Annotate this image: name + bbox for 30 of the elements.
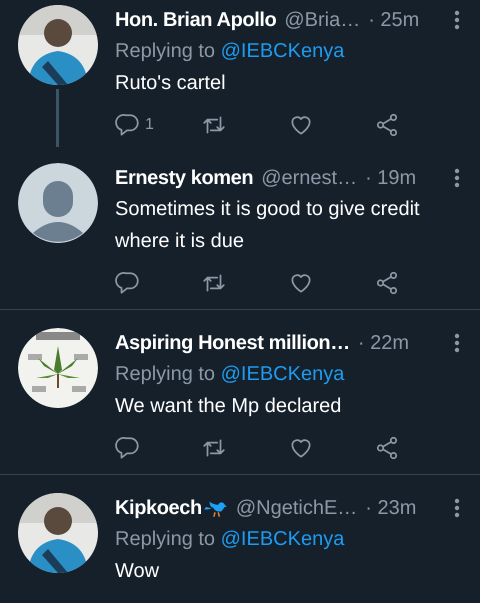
user-handle[interactable]: @Bria… — [284, 5, 360, 35]
user-name[interactable]: Kipkoech — [115, 493, 202, 523]
avatar-icon[interactable] — [18, 163, 98, 243]
more-icon[interactable] — [454, 333, 460, 353]
timestamp: · 19m — [365, 166, 416, 191]
replying-label: Replying to — [115, 40, 216, 62]
reply-count: 1 — [145, 115, 154, 135]
user-name[interactable]: Ernesty komen — [115, 163, 254, 193]
timestamp: · 23m — [365, 496, 416, 521]
timestamp: · 22m — [358, 331, 409, 356]
mention-link[interactable]: @IEBCKenya — [220, 363, 344, 385]
more-icon[interactable] — [454, 10, 460, 30]
tweet-text: Wow — [115, 559, 160, 584]
user-handle[interactable]: @ernest… — [261, 163, 358, 193]
reply-icon[interactable] — [115, 435, 141, 461]
timestamp: · 25m — [368, 8, 420, 33]
replying-label: Replying to — [115, 363, 216, 385]
mention-link[interactable]: @IEBCKenya — [220, 40, 344, 62]
mention-link[interactable]: @IEBCKenya — [220, 528, 344, 550]
tweet-text: Sometimes it is good to give credit where it is due — [115, 197, 421, 254]
reply-icon[interactable] — [115, 112, 141, 138]
more-icon[interactable] — [454, 498, 460, 518]
tweet-text: We want the Mp declared — [115, 394, 342, 419]
user-name[interactable]: Aspiring Honest million… — [115, 328, 350, 358]
reply-icon[interactable] — [115, 270, 141, 296]
tweet-text: Ruto's cartel — [115, 71, 227, 96]
user-name[interactable]: Hon. Brian Apollo — [115, 5, 276, 35]
replying-label: Replying to — [115, 528, 216, 550]
user-handle[interactable]: @NgetichE… — [236, 493, 358, 523]
more-icon[interactable] — [454, 168, 460, 188]
